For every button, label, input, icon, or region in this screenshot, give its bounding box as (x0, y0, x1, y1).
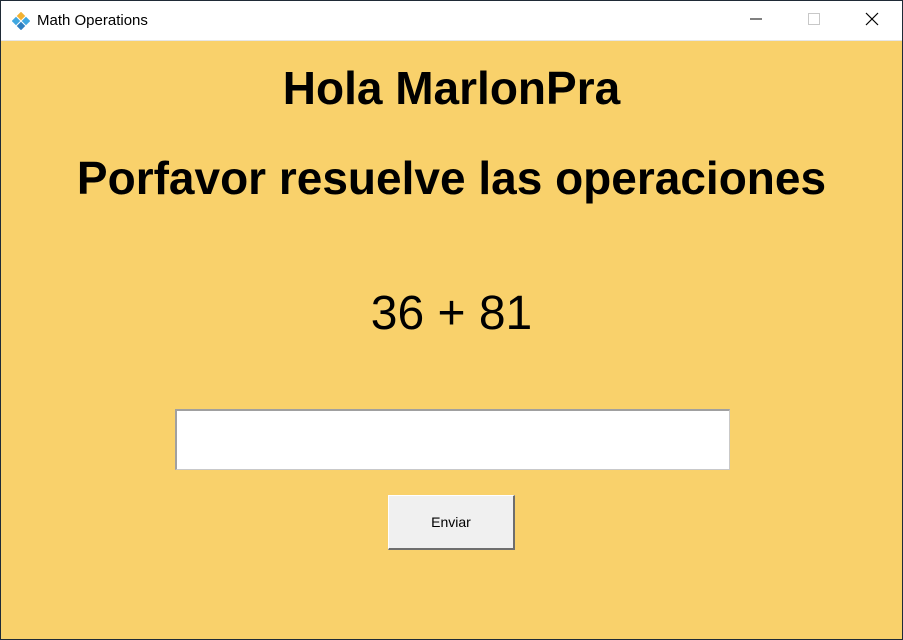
close-button[interactable] (849, 1, 895, 41)
title-bar[interactable]: Math Operations (1, 1, 902, 41)
app-window: Math Operations Hola MarlonPra Porfavor … (0, 0, 903, 640)
window-title: Math Operations (37, 12, 148, 29)
greeting-heading: Hola MarlonPra (282, 62, 621, 114)
math-operation: 36 + 81 (370, 287, 533, 340)
close-icon (865, 12, 879, 31)
minimize-button[interactable] (733, 1, 779, 41)
answer-input[interactable] (175, 409, 730, 470)
maximize-icon (808, 12, 820, 30)
submit-button[interactable]: Enviar (388, 495, 515, 550)
minimize-icon (750, 12, 762, 30)
main-content: Hola MarlonPra Porfavor resuelve las ope… (1, 41, 902, 639)
instruction-heading: Porfavor resuelve las operaciones (76, 152, 827, 204)
feather-icon (11, 11, 31, 31)
maximize-button[interactable] (791, 1, 837, 41)
